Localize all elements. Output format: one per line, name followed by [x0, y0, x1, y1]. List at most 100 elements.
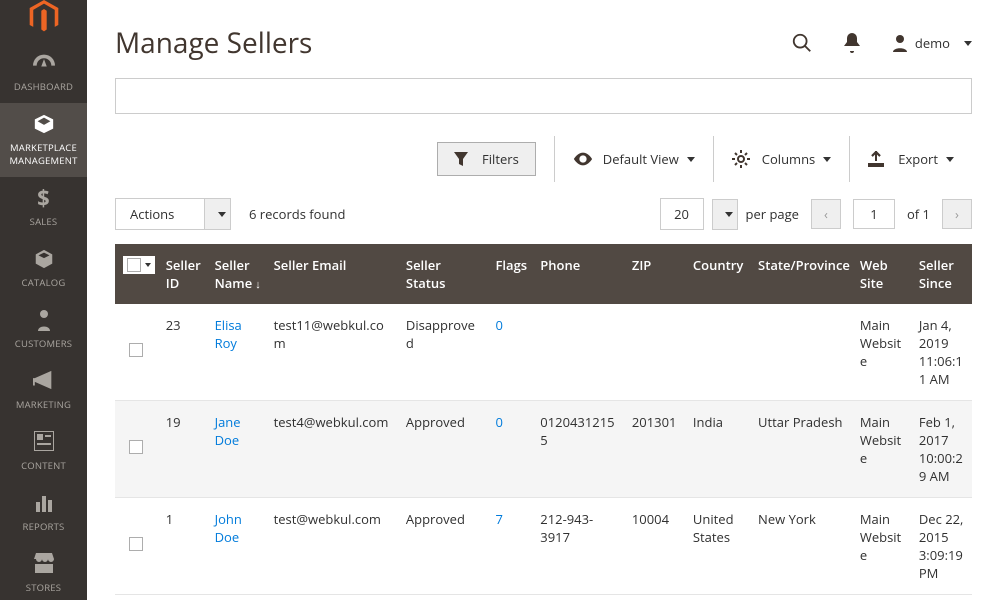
user-name: demo: [915, 34, 950, 52]
cell-status: Approved: [398, 498, 488, 595]
funnel-icon: [454, 151, 474, 167]
caret-down-icon: [823, 157, 831, 162]
cell-website: Main Website: [852, 498, 911, 595]
sidebar-item-sales[interactable]: $ SALES: [0, 177, 87, 238]
stores-icon: [32, 553, 56, 575]
admin-sidebar: DASHBOARD MARKETPLACE MANAGEMENT $ SALES…: [0, 0, 87, 600]
sidebar-item-customers[interactable]: CUSTOMERS: [0, 299, 87, 360]
sidebar-item-label: CUSTOMERS: [15, 337, 72, 350]
sidebar-item-dashboard[interactable]: DASHBOARD: [0, 42, 87, 103]
marketplace-icon: [32, 113, 56, 135]
column-state[interactable]: State/Province: [750, 244, 852, 304]
caret-down-icon: [725, 212, 733, 217]
sidebar-item-label: SALES: [30, 215, 58, 228]
seller-name-link[interactable]: Elisa Roy: [215, 316, 242, 352]
content-icon: [32, 431, 56, 453]
cell-country: [685, 304, 750, 401]
magento-logo[interactable]: [0, 0, 87, 34]
dashboard-icon: [32, 52, 56, 74]
gear-icon: [732, 151, 752, 167]
sidebar-item-catalog[interactable]: CATALOG: [0, 238, 87, 299]
cell-email: test@webkul.com: [266, 498, 398, 595]
column-seller-email[interactable]: Seller Email: [266, 244, 398, 304]
cell-state: New York: [750, 498, 852, 595]
cell-since: Jan 4, 2019 11:06:11 AM: [911, 304, 972, 401]
sidebar-item-label: STORES: [26, 581, 61, 594]
user-menu[interactable]: demo: [891, 34, 972, 52]
sellers-table: Seller ID Seller Name↓ Seller Email Sell…: [115, 244, 972, 595]
row-checkbox[interactable]: [129, 343, 143, 357]
column-seller-id[interactable]: Seller ID: [158, 244, 207, 304]
cell-website: Main Website: [852, 401, 911, 498]
seller-name-link[interactable]: Jane Doe: [215, 413, 241, 449]
sidebar-item-stores[interactable]: STORES: [0, 543, 87, 604]
cell-country: India: [685, 401, 750, 498]
column-website[interactable]: Web Site: [852, 244, 911, 304]
records-count: 6 records found: [249, 205, 345, 223]
seller-name-link[interactable]: John Doe: [215, 510, 242, 546]
filters-label: Filters: [482, 150, 519, 168]
prev-page-button[interactable]: ‹: [811, 199, 841, 229]
column-seller-since[interactable]: Seller Since: [911, 244, 972, 304]
page-title: Manage Sellers: [115, 24, 312, 62]
sidebar-item-marketing[interactable]: MARKETING: [0, 360, 87, 421]
column-flags[interactable]: Flags: [487, 244, 532, 304]
sidebar-item-content[interactable]: CONTENT: [0, 421, 87, 482]
cell-email: test4@webkul.com: [266, 401, 398, 498]
sidebar-item-reports[interactable]: REPORTS: [0, 482, 87, 543]
main-content: Manage Sellers demo Filters: [87, 0, 1000, 600]
catalog-icon: [32, 248, 56, 270]
actions-dropdown[interactable]: Actions: [115, 198, 231, 230]
notifications-icon[interactable]: [841, 32, 863, 54]
select-all-checkbox[interactable]: [127, 258, 141, 272]
sidebar-item-label: CONTENT: [21, 459, 66, 472]
view-switcher[interactable]: Default View: [554, 136, 713, 182]
export-button[interactable]: Export: [849, 136, 972, 182]
pagination: ‹ 1 of 1 ›: [811, 199, 972, 229]
user-icon: [891, 34, 909, 52]
column-seller-name[interactable]: Seller Name↓: [207, 244, 266, 304]
flags-link[interactable]: 0: [495, 316, 502, 334]
cell-phone: 01204312155: [532, 401, 624, 498]
table-row[interactable]: 1 John Doe test@webkul.com Approved 7 21…: [115, 498, 972, 595]
current-page-input[interactable]: 1: [853, 199, 895, 229]
cell-zip: 10004: [624, 498, 685, 595]
column-phone[interactable]: Phone: [532, 244, 624, 304]
column-seller-status[interactable]: Seller Status: [398, 244, 488, 304]
cell-phone: 212-943-3917: [532, 498, 624, 595]
cell-state: Uttar Pradesh: [750, 401, 852, 498]
actions-toggle[interactable]: [205, 198, 231, 230]
reports-icon: [32, 492, 56, 514]
cell-since: Dec 22, 2015 3:09:19 PM: [911, 498, 972, 595]
flags-link[interactable]: 7: [495, 510, 502, 528]
per-page-toggle[interactable]: [712, 199, 738, 230]
message-area: [115, 78, 972, 114]
column-checkbox[interactable]: [115, 244, 158, 304]
per-page-label: per page: [746, 205, 799, 223]
sidebar-item-label: REPORTS: [23, 520, 65, 533]
columns-button[interactable]: Columns: [713, 136, 849, 182]
flags-link[interactable]: 0: [495, 413, 502, 431]
grid-bar: Actions 6 records found 20 per page ‹ 1 …: [115, 198, 972, 230]
table-row[interactable]: 19 Jane Doe test4@webkul.com Approved 0 …: [115, 401, 972, 498]
search-icon[interactable]: [791, 32, 813, 54]
per-page-value[interactable]: 20: [660, 198, 704, 230]
column-zip[interactable]: ZIP: [624, 244, 685, 304]
next-page-button[interactable]: ›: [942, 199, 972, 229]
cell-since: Feb 1, 2017 10:00:29 AM: [911, 401, 972, 498]
per-page-selector: 20 per page: [660, 198, 799, 230]
marketing-icon: [32, 370, 56, 392]
sidebar-item-label: CATALOG: [22, 276, 66, 289]
column-country[interactable]: Country: [685, 244, 750, 304]
sidebar-item-marketplace[interactable]: MARKETPLACE MANAGEMENT: [0, 103, 87, 177]
cell-state: [750, 304, 852, 401]
cell-country: United States: [685, 498, 750, 595]
filters-button[interactable]: Filters: [419, 136, 554, 182]
row-checkbox[interactable]: [129, 537, 143, 551]
cell-id: 23: [158, 304, 207, 401]
eye-icon: [573, 151, 593, 167]
cell-website: Main Website: [852, 304, 911, 401]
table-row[interactable]: 23 Elisa Roy test11@webkul.com Disapprov…: [115, 304, 972, 401]
cell-zip: [624, 304, 685, 401]
row-checkbox[interactable]: [129, 440, 143, 454]
